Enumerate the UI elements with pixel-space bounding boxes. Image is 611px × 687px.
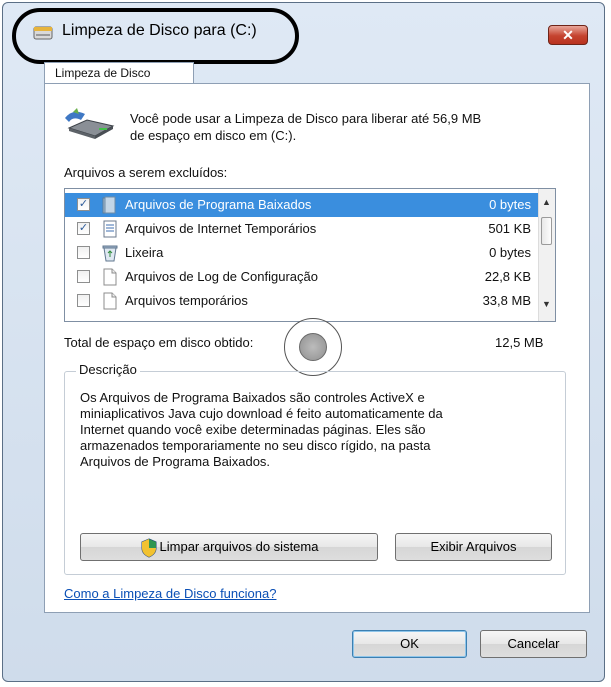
file-size: 501 KB [488,221,531,236]
touch-cursor-icon [299,333,327,361]
list-item[interactable]: Arquivos temporários 33,8 MB [65,289,541,313]
file-size: 33,8 MB [482,293,531,308]
close-icon: ✕ [562,27,574,43]
total-space-label: Total de espaço em disco obtido: [64,335,254,350]
highlight-oval-annotation [12,8,299,64]
checkbox[interactable]: ✓ [77,198,90,211]
close-button[interactable]: ✕ [548,25,588,45]
list-item[interactable]: Lixeira 0 bytes [65,241,541,265]
list-scrollbar[interactable]: ▲ ▼ [538,189,555,321]
file-size: 22,8 KB [484,269,531,284]
uac-shield-icon [141,538,157,558]
files-to-delete-label: Arquivos a serem excluídos: [64,165,228,180]
clean-system-files-label: Limpar arquivos do sistema [159,539,319,554]
cancel-button[interactable]: Cancelar [480,630,587,658]
checkbox[interactable]: ✓ [77,222,90,235]
files-list[interactable]: ✓ Arquivos de Programa Baixados 0 bytes … [64,188,556,322]
title-bar: Limpeza de Disco para (C:) ✕ [0,0,611,64]
file-icon [103,292,117,310]
description-line: Arquivos de Programa Baixados. [80,454,271,469]
description-line: Internet quando você exibe determinadas … [80,422,426,437]
document-icon [103,220,117,238]
description-line: miniaplicativos Java cujo download é fei… [80,406,443,421]
total-space-value: 12,5 MB [495,335,544,350]
checkbox[interactable] [77,294,90,307]
file-name: Arquivos de Internet Temporários [125,221,317,236]
description-text: Os Arquivos de Programa Baixados são con… [80,390,550,470]
file-name: Arquivos de Programa Baixados [125,197,312,212]
recycle-bin-icon [102,245,118,262]
tab-disk-cleanup[interactable]: Limpeza de Disco [44,62,194,84]
file-name: Lixeira [125,245,164,260]
view-files-button[interactable]: Exibir Arquivos [395,533,552,561]
description-line: Os Arquivos de Programa Baixados são con… [80,390,425,405]
intro-line: de espaço em disco em (C:). [130,128,297,143]
ok-button[interactable]: OK [352,630,467,658]
checkbox[interactable] [77,270,90,283]
scroll-down-arrow-icon[interactable]: ▼ [542,299,551,309]
list-item[interactable]: ✓ Arquivos de Internet Temporários 501 K… [65,217,541,241]
list-item[interactable]: Arquivos de Log de Configuração 22,8 KB [65,265,541,289]
list-item[interactable]: ✓ Arquivos de Programa Baixados 0 bytes [65,193,541,217]
folder-icon [102,196,116,214]
file-size: 0 bytes [489,197,531,212]
file-name: Arquivos de Log de Configuração [125,269,318,284]
checkbox[interactable] [77,246,90,259]
scroll-up-arrow-icon[interactable]: ▲ [542,197,551,207]
help-link[interactable]: Como a Limpeza de Disco funciona? [64,586,276,601]
file-size: 0 bytes [489,245,531,260]
drive-cleanup-icon [65,108,115,139]
intro-text: Você pode usar a Limpeza de Disco para l… [130,110,570,144]
intro-line: Você pode usar a Limpeza de Disco para l… [130,111,482,126]
file-name: Arquivos temporários [125,293,248,308]
description-title: Descrição [76,362,140,377]
description-line: armazenados temporariamente no seu disco… [80,438,431,453]
clean-system-files-button[interactable]: Limpar arquivos do sistema [80,533,378,561]
file-icon [103,268,117,286]
scrollbar-thumb[interactable] [541,217,552,245]
